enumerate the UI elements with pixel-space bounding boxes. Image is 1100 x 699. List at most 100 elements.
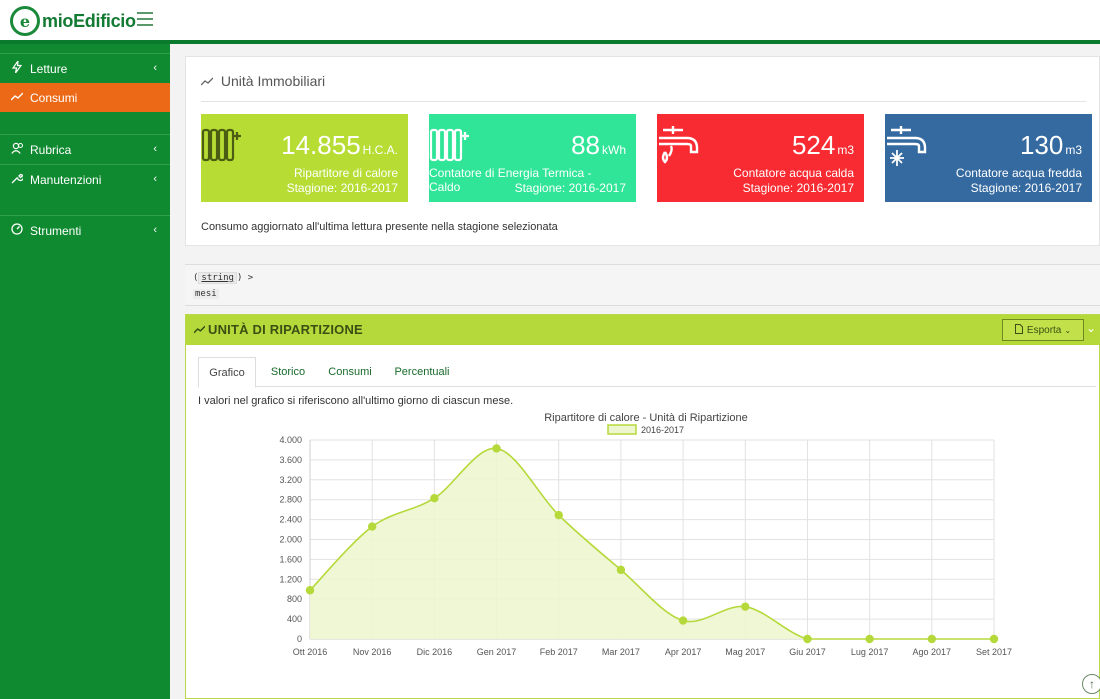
tile-label: Contatore acqua fredda [955, 166, 1082, 180]
x-tick-label: Nov 2016 [353, 647, 392, 657]
main-content: Unità Immobiliari 14.855 H.C.A. Ripartito… [170, 44, 1100, 699]
y-tick-label: 0 [297, 634, 302, 644]
tile-acqua-calda[interactable]: 524 m3 Contatore acqua calda Stagione: 20… [657, 114, 864, 202]
chart-title: Ripartitore di calore - Unità di Riparti… [544, 412, 748, 424]
debug-type-token[interactable]: string [198, 272, 237, 284]
x-tick-label: Feb 2017 [540, 647, 578, 657]
summary-card: Unità Immobiliari 14.855 H.C.A. Ripartito… [185, 56, 1100, 246]
tab-storico[interactable]: Storico [258, 357, 318, 387]
tile-season: Stagione: 2016-2017 [286, 181, 398, 195]
tile-value: 88 kWh [571, 130, 626, 160]
consumption-chart: Ripartitore di calore - Unità di Riparti… [279, 412, 1012, 657]
chart-note: I valori nel grafico si riferiscono all'… [198, 395, 514, 407]
summary-title: Unità Immobiliari [200, 73, 326, 89]
tile-season: Stagione: 2016-2017 [514, 181, 626, 195]
x-tick-label: Dic 2016 [417, 647, 453, 657]
users-icon [10, 142, 24, 157]
x-tick-label: Set 2017 [976, 647, 1012, 657]
file-icon [1014, 323, 1023, 337]
y-tick-label: 4.000 [279, 435, 302, 445]
tile-season: Stagione: 2016-2017 [970, 181, 1082, 195]
tab-grafico[interactable]: Grafico [198, 357, 256, 388]
line-chart-icon [193, 323, 206, 337]
sidebar-item-strumenti[interactable]: Strumenti ‹ [0, 216, 170, 245]
tile-value: 14.855 H.C.A. [281, 130, 398, 160]
tile-label: Contatore acqua calda [733, 166, 854, 180]
tile-ripartitore[interactable]: 14.855 H.C.A. Ripartitore di calore Stagi… [201, 114, 408, 202]
sidebar-item-label: Rubrica [30, 142, 72, 157]
chevron-left-icon: ‹ [153, 62, 157, 74]
y-tick-label: 2.400 [279, 515, 302, 525]
x-tick-label: Gen 2017 [477, 647, 517, 657]
sidebar-item-label: Strumenti [30, 223, 82, 238]
tile-season: Stagione: 2016-2017 [742, 181, 854, 195]
data-point [865, 634, 874, 644]
x-tick-label: Giu 2017 [789, 647, 826, 657]
sidebar-item-rubrica[interactable]: Rubrica ‹ [0, 135, 170, 164]
summary-title-text: Unità Immobiliari [220, 73, 326, 89]
x-tick-label: Ott 2016 [293, 647, 328, 657]
tile-acqua-fredda[interactable]: 130 m3 Contatore acqua fredda Stagione: 2… [885, 114, 1092, 202]
sidebar: Letture ‹ Consumi Rubrica ‹ Manutenzioni… [0, 44, 170, 699]
tile-value: 524 m3 [791, 130, 854, 160]
sidebar-item-label: Manutenzioni [30, 172, 102, 187]
series-area [310, 448, 994, 639]
y-tick-label: 3.200 [279, 475, 302, 485]
chevron-down-icon: ⌄ [1064, 325, 1072, 335]
x-tick-label: Mag 2017 [725, 647, 765, 657]
y-tick-label: 400 [287, 614, 302, 624]
data-point [367, 522, 377, 531]
y-tick-label: 800 [287, 594, 302, 604]
export-label: Esporta [1026, 324, 1062, 336]
x-tick-label: Lug 2017 [851, 647, 889, 657]
data-point [554, 510, 563, 520]
data-point [616, 565, 626, 575]
sidebar-item-letture[interactable]: Letture ‹ [0, 54, 170, 83]
line-chart-icon [200, 73, 217, 89]
summary-note: Consumo aggiornato all'ultima lettura pr… [201, 221, 558, 233]
wrench-icon [10, 172, 25, 187]
y-tick-label: 2.000 [279, 535, 302, 545]
menu-toggle-icon[interactable] [137, 12, 153, 26]
chevron-left-icon: ‹ [153, 173, 157, 185]
x-tick-label: Apr 2017 [665, 647, 702, 657]
sidebar-item-label: Consumi [30, 90, 78, 105]
export-button[interactable]: Esporta ⌄ [1002, 319, 1084, 341]
data-point [492, 444, 501, 453]
legend-label: 2016-2017 [641, 425, 684, 435]
panel-tabs: Grafico Storico Consumi Percentuali [198, 357, 1096, 388]
data-point [927, 634, 937, 644]
sidebar-item-manutenzioni[interactable]: Manutenzioni ‹ [0, 165, 170, 194]
scroll-top-button[interactable]: ↑ [1082, 674, 1100, 694]
y-tick-label: 3.600 [279, 455, 302, 465]
sidebar-item-consumi[interactable]: Consumi [0, 83, 170, 112]
data-point [741, 602, 750, 611]
panel-header: UNITÀ DI RIPARTIZIONE Esporta ⌄ ⌄ [186, 315, 1100, 345]
y-tick-label: 2.800 [279, 495, 302, 505]
debug-output: (string) > mesi [185, 264, 1100, 306]
sidebar-item-label: Letture [30, 61, 68, 76]
logo-mark: e [10, 6, 40, 36]
debug-value: mesi [193, 289, 219, 299]
y-tick-label: 1.600 [279, 554, 302, 564]
tile-label: Ripartitore di calore [293, 166, 398, 180]
x-tick-label: Mar 2017 [602, 647, 640, 657]
logo-text: mioEdificio [42, 10, 136, 31]
y-tick-label: 1.200 [279, 574, 302, 584]
tab-percentuali[interactable]: Percentuali [384, 357, 460, 387]
data-point [305, 586, 315, 595]
bolt-icon [10, 58, 24, 76]
tile-energia-termica[interactable]: 88 kWh Contatore di Energia Termica - Cal… [429, 114, 636, 202]
tab-consumi[interactable]: Consumi [320, 357, 380, 387]
hot-water-tap-icon [659, 126, 699, 164]
ripartizione-panel: UNITÀ DI RIPARTIZIONE Esporta ⌄ ⌄ Grafic… [185, 314, 1100, 699]
panel-title: UNITÀ DI RIPARTIZIONE [208, 322, 363, 337]
chevron-left-icon: ‹ [153, 224, 157, 236]
data-point [803, 634, 812, 644]
line-chart-icon [10, 91, 24, 105]
logo[interactable]: e mioEdificio [10, 5, 136, 37]
collapse-chevron-icon[interactable]: ⌄ [1086, 321, 1096, 335]
data-point [678, 616, 688, 625]
x-tick-label: Ago 2017 [913, 647, 952, 657]
radiator-icon [429, 128, 469, 162]
